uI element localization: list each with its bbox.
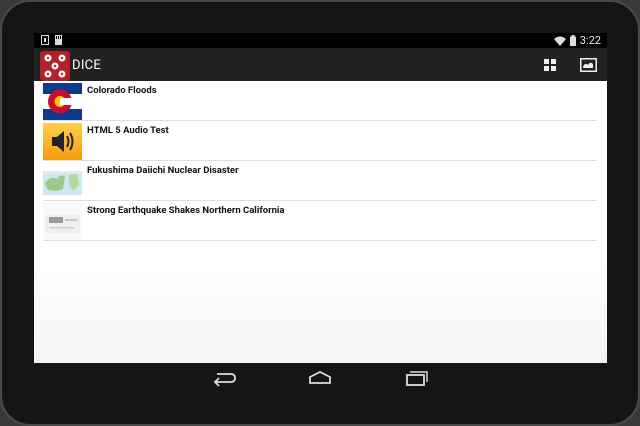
list-item-label: Fukushima Daiichi Nuclear Disaster [87,165,239,176]
map-thumbnail [43,163,82,200]
list-item-label: Colorado Floods [87,85,157,96]
storage-icon [55,35,62,45]
home-icon [309,370,331,384]
grid-icon [544,59,556,71]
grid-view-button[interactable] [540,55,560,75]
map-view-button[interactable] [578,55,598,75]
list-item-label: Strong Earthquake Shakes Northern Califo… [87,205,285,216]
navigation-bar [34,363,607,393]
action-bar: DICE [34,48,607,81]
map-icon [579,58,597,72]
battery-icon [569,35,576,46]
notification-icon [41,35,49,45]
speaker-icon [43,123,82,160]
status-time: 3:22 [579,34,601,47]
divider [43,240,597,241]
list-item[interactable]: Fukushima Daiichi Nuclear Disaster [34,161,607,201]
colorado-flag-thumbnail [43,83,82,120]
home-button[interactable] [307,369,333,387]
dice-app-icon[interactable] [40,51,70,81]
device-screen: 3:22 DICE Colorado Floods HTML 5 Audio T… [34,33,607,363]
app-title: DICE [72,58,102,73]
story-list: Colorado Floods HTML 5 Audio Test Fukush… [34,81,607,363]
list-item[interactable]: Colorado Floods [34,81,607,121]
list-item-label: HTML 5 Audio Test [87,125,169,136]
status-bar: 3:22 [34,33,607,48]
recent-apps-icon [406,371,428,386]
back-icon [213,373,236,387]
list-item[interactable]: HTML 5 Audio Test [34,121,607,161]
screenshot-thumbnail [43,203,82,240]
wifi-icon [553,36,566,46]
back-button[interactable] [211,369,237,387]
list-item[interactable]: Strong Earthquake Shakes Northern Califo… [34,201,607,241]
recent-apps-button[interactable] [404,369,430,387]
